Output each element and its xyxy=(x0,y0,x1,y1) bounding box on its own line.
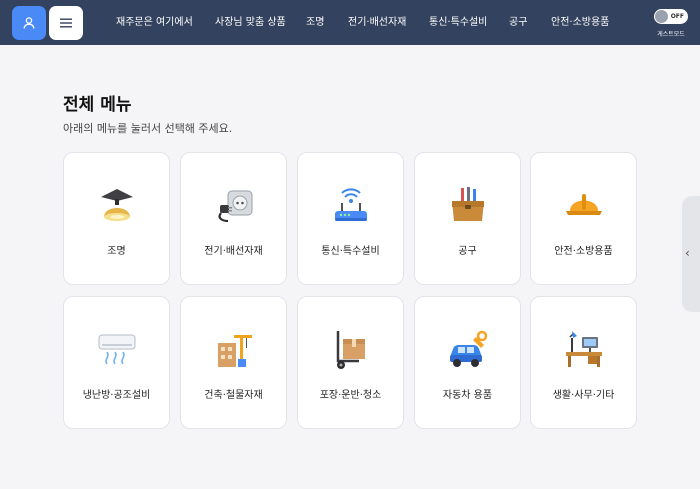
user-icon xyxy=(23,17,35,29)
nav-item-tools[interactable]: 공구 xyxy=(509,0,527,45)
air-conditioner-icon xyxy=(98,334,136,365)
nav-item-telecom[interactable]: 통신·특수설비 xyxy=(429,0,487,45)
category-label: 포장·운반·청소 xyxy=(319,390,382,401)
nav-item-safety[interactable]: 안전·소방용품 xyxy=(551,0,609,45)
guest-mode-label: 게스트모드 xyxy=(657,31,685,38)
category-card-office[interactable]: 생활·사무·기타 xyxy=(530,296,637,429)
guest-mode-toggle[interactable]: OFF xyxy=(654,9,688,24)
router-icon xyxy=(335,188,367,221)
plug-socket-icon xyxy=(218,190,253,223)
chevron-left-icon: ‹ xyxy=(685,246,690,260)
category-label: 전기·배선자재 xyxy=(204,246,263,257)
category-card-electrical[interactable]: 전기·배선자재 xyxy=(180,152,287,285)
hamburger-icon xyxy=(60,18,72,28)
building-crane-icon xyxy=(218,335,252,367)
category-card-lighting[interactable]: 조명 xyxy=(63,152,170,285)
category-label: 공구 xyxy=(458,246,477,257)
nav-item-electrical[interactable]: 전기·배선자재 xyxy=(348,0,406,45)
hand-truck-icon xyxy=(336,331,365,369)
nav-item-owner-recommend[interactable]: 사장님 맞춤 상품 xyxy=(215,0,286,45)
page-title: 전체 메뉴 xyxy=(63,95,132,115)
toggle-knob xyxy=(655,10,668,23)
category-label: 건축·철물자재 xyxy=(204,390,263,401)
office-desk-icon xyxy=(566,331,602,367)
car-wrench-icon xyxy=(450,330,488,367)
side-panel-toggle[interactable]: ‹ xyxy=(682,196,700,312)
lamp-icon xyxy=(101,189,133,221)
page-subtitle: 아래의 메뉴를 눌러서 선택해 주세요. xyxy=(63,122,233,135)
category-card-tools[interactable]: 공구 xyxy=(414,152,521,285)
top-nav-bar: 재주문은 여기에서 사장님 맞춤 상품 조명 전기·배선자재 통신·특수설비 공… xyxy=(0,0,700,45)
category-label: 통신·특수설비 xyxy=(321,246,380,257)
category-card-safety[interactable]: 안전·소방용품 xyxy=(530,152,637,285)
nav-item-reorder[interactable]: 재주문은 여기에서 xyxy=(116,0,193,45)
hard-hat-icon xyxy=(566,194,602,215)
category-label: 생활·사무·기타 xyxy=(552,390,615,401)
menu-button[interactable] xyxy=(49,6,83,40)
category-card-hvac[interactable]: 냉난방·공조설비 xyxy=(63,296,170,429)
toggle-state-label: OFF xyxy=(670,13,684,20)
category-card-telecom[interactable]: 통신·특수설비 xyxy=(297,152,404,285)
category-label: 안전·소방용품 xyxy=(554,246,613,257)
nav-item-lighting[interactable]: 조명 xyxy=(306,0,324,45)
category-label: 냉난방·공조설비 xyxy=(82,390,151,401)
category-card-construction[interactable]: 건축·철물자재 xyxy=(180,296,287,429)
user-button[interactable] xyxy=(12,6,46,40)
category-card-automotive[interactable]: 자동차 용품 xyxy=(414,296,521,429)
toolbox-icon xyxy=(452,187,484,221)
category-card-packaging[interactable]: 포장·운반·청소 xyxy=(297,296,404,429)
category-label: 자동차 용품 xyxy=(442,390,493,401)
category-label: 조명 xyxy=(107,246,126,257)
